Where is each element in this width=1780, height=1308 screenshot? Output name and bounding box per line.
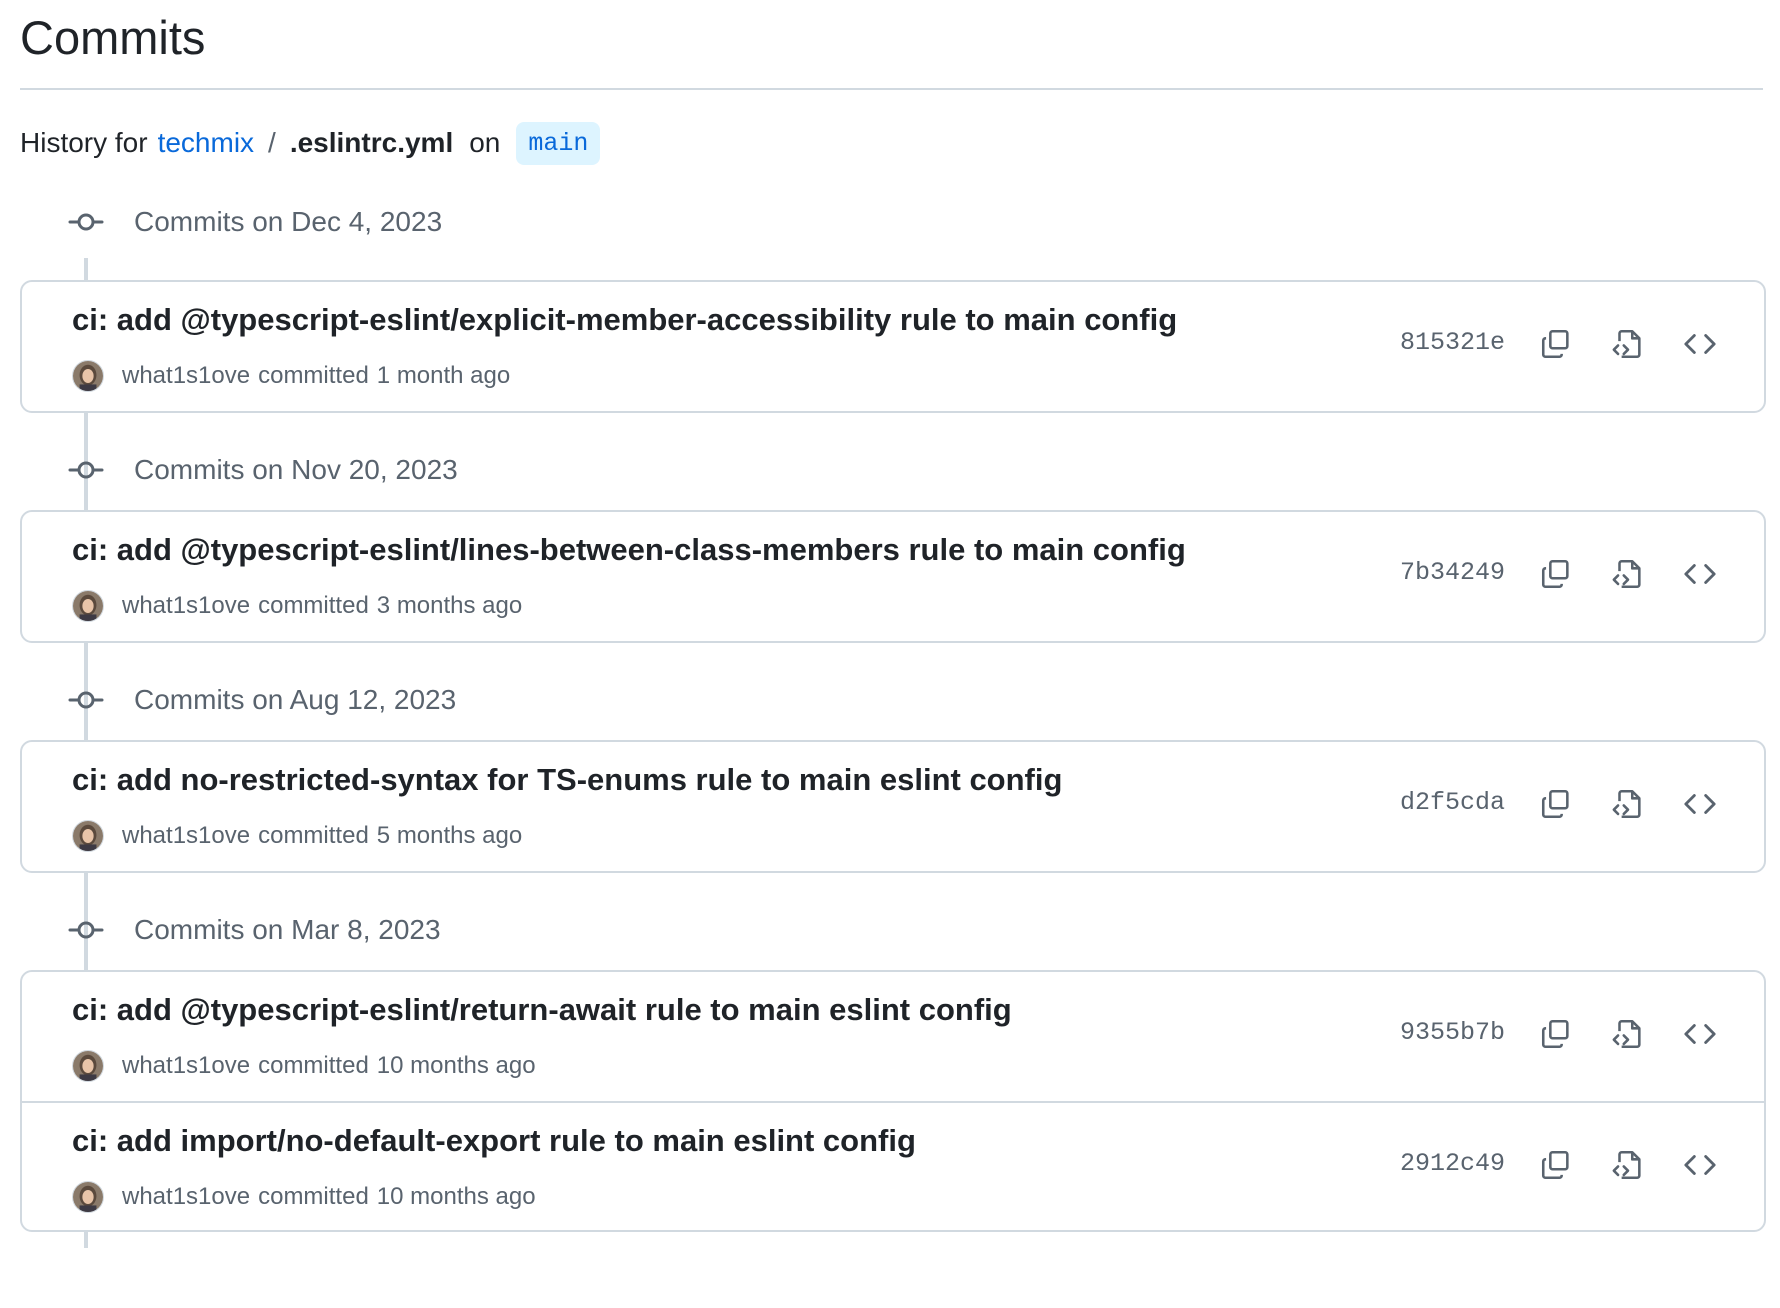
commit-time: 1 month ago bbox=[376, 362, 511, 389]
browse-code-button[interactable] bbox=[1680, 1014, 1720, 1054]
browse-code-button[interactable] bbox=[1680, 324, 1720, 364]
commit-sha[interactable]: 815321e bbox=[1400, 328, 1505, 357]
browse-code-button[interactable] bbox=[1680, 1145, 1720, 1185]
commit-group: ci: add no-restricted-syntax for TS-enum… bbox=[20, 740, 1766, 873]
commit-verb: committed bbox=[258, 822, 369, 849]
commit-sha[interactable]: 7b34249 bbox=[1400, 558, 1505, 587]
date-label: Commits on Dec 4, 2023 bbox=[134, 206, 443, 237]
copy-icon bbox=[1541, 1150, 1569, 1180]
commit-message[interactable]: ci: add @typescript-eslint/explicit-memb… bbox=[72, 302, 1177, 338]
avatar[interactable] bbox=[72, 360, 104, 392]
file-code-icon bbox=[1612, 559, 1641, 589]
commit-meta: what1s1ove committed 1 month ago bbox=[72, 359, 510, 393]
view-file-button[interactable] bbox=[1608, 1145, 1648, 1185]
commit-group: ci: add @typescript-eslint/return-await … bbox=[20, 970, 1766, 1232]
view-file-button[interactable] bbox=[1608, 784, 1648, 824]
commit-author[interactable]: what1s1ove bbox=[122, 1183, 250, 1211]
commit-verb: committed bbox=[258, 1183, 369, 1210]
file-code-icon bbox=[1612, 329, 1641, 359]
timeline-line bbox=[84, 258, 88, 280]
avatar[interactable] bbox=[72, 820, 104, 852]
code-icon bbox=[1684, 334, 1716, 354]
copy-sha-button[interactable] bbox=[1536, 554, 1576, 594]
commit-sha[interactable]: d2f5cda bbox=[1400, 788, 1505, 817]
copy-icon bbox=[1541, 789, 1569, 819]
date-heading: Commits on Aug 12, 2023 bbox=[68, 680, 456, 720]
code-icon bbox=[1684, 1155, 1716, 1175]
title-divider bbox=[20, 88, 1763, 90]
date-label: Commits on Nov 20, 2023 bbox=[134, 454, 458, 485]
git-commit-icon bbox=[68, 921, 104, 939]
commit-author[interactable]: what1s1ove bbox=[122, 1052, 250, 1080]
browse-code-button[interactable] bbox=[1680, 784, 1720, 824]
file-name: .eslintrc.yml bbox=[289, 127, 454, 158]
copy-sha-button[interactable] bbox=[1536, 1145, 1576, 1185]
history-prefix: History for bbox=[20, 127, 148, 158]
commit-group: ci: add @typescript-eslint/lines-between… bbox=[20, 510, 1766, 643]
commit-row: ci: add @typescript-eslint/lines-between… bbox=[22, 512, 1764, 641]
git-commit-icon bbox=[68, 691, 104, 709]
code-icon bbox=[1684, 794, 1716, 814]
commit-message[interactable]: ci: add import/no-default-export rule to… bbox=[72, 1123, 916, 1159]
commit-message[interactable]: ci: add @typescript-eslint/lines-between… bbox=[72, 532, 1186, 568]
commit-author[interactable]: what1s1ove bbox=[122, 362, 250, 390]
git-commit-icon bbox=[68, 213, 104, 231]
commit-sha[interactable]: 2912c49 bbox=[1400, 1149, 1505, 1178]
commit-time: 5 months ago bbox=[376, 822, 523, 849]
commits-page: Commits History for techmix / .eslintrc.… bbox=[0, 0, 1780, 1308]
date-heading: Commits on Dec 4, 2023 bbox=[68, 202, 442, 242]
commit-sha[interactable]: 9355b7b bbox=[1400, 1018, 1505, 1047]
avatar[interactable] bbox=[72, 590, 104, 622]
copy-icon bbox=[1541, 559, 1569, 589]
branch-badge[interactable]: main bbox=[516, 121, 601, 165]
on-label: on bbox=[469, 127, 501, 158]
path-separator: / bbox=[268, 127, 276, 158]
commit-message[interactable]: ci: add no-restricted-syntax for TS-enum… bbox=[72, 762, 1062, 798]
commit-row: ci: add @typescript-eslint/explicit-memb… bbox=[22, 282, 1764, 411]
copy-sha-button[interactable] bbox=[1536, 1014, 1576, 1054]
date-label: Commits on Aug 12, 2023 bbox=[134, 684, 457, 715]
commit-author[interactable]: what1s1ove bbox=[122, 592, 250, 620]
code-icon bbox=[1684, 1024, 1716, 1044]
commit-time: 10 months ago bbox=[376, 1183, 536, 1210]
commit-row: ci: add @typescript-eslint/return-await … bbox=[22, 972, 1764, 1101]
copy-sha-button[interactable] bbox=[1536, 784, 1576, 824]
date-heading: Commits on Nov 20, 2023 bbox=[68, 450, 458, 490]
browse-code-button[interactable] bbox=[1680, 554, 1720, 594]
avatar[interactable] bbox=[72, 1050, 104, 1082]
commit-group: ci: add @typescript-eslint/explicit-memb… bbox=[20, 280, 1766, 413]
file-code-icon bbox=[1612, 789, 1641, 819]
view-file-button[interactable] bbox=[1608, 554, 1648, 594]
history-breadcrumb: History for techmix / .eslintrc.yml on m… bbox=[20, 118, 601, 168]
view-file-button[interactable] bbox=[1608, 324, 1648, 364]
commit-time: 3 months ago bbox=[376, 592, 523, 619]
commit-meta: what1s1ove committed 3 months ago bbox=[72, 589, 522, 623]
repo-link[interactable]: techmix bbox=[158, 127, 254, 159]
commit-message[interactable]: ci: add @typescript-eslint/return-await … bbox=[72, 992, 1012, 1028]
commit-meta: what1s1ove committed 10 months ago bbox=[72, 1180, 536, 1214]
commit-row: ci: add no-restricted-syntax for TS-enum… bbox=[22, 742, 1764, 871]
git-commit-icon bbox=[68, 461, 104, 479]
date-heading: Commits on Mar 8, 2023 bbox=[68, 910, 441, 950]
commit-time: 10 months ago bbox=[376, 1052, 536, 1079]
page-title: Commits bbox=[20, 11, 206, 64]
file-code-icon bbox=[1612, 1019, 1641, 1049]
commit-meta: what1s1ove committed 10 months ago bbox=[72, 1049, 536, 1083]
view-file-button[interactable] bbox=[1608, 1014, 1648, 1054]
copy-sha-button[interactable] bbox=[1536, 324, 1576, 364]
commit-verb: committed bbox=[258, 1052, 369, 1079]
file-code-icon bbox=[1612, 1150, 1641, 1180]
commit-row: ci: add import/no-default-export rule to… bbox=[22, 1101, 1764, 1230]
commit-verb: committed bbox=[258, 592, 369, 619]
date-label: Commits on Mar 8, 2023 bbox=[134, 914, 441, 945]
commit-meta: what1s1ove committed 5 months ago bbox=[72, 819, 522, 853]
copy-icon bbox=[1541, 1019, 1569, 1049]
copy-icon bbox=[1541, 329, 1569, 359]
commit-verb: committed bbox=[258, 362, 369, 389]
avatar[interactable] bbox=[72, 1181, 104, 1213]
code-icon bbox=[1684, 564, 1716, 584]
commit-author[interactable]: what1s1ove bbox=[122, 822, 250, 850]
